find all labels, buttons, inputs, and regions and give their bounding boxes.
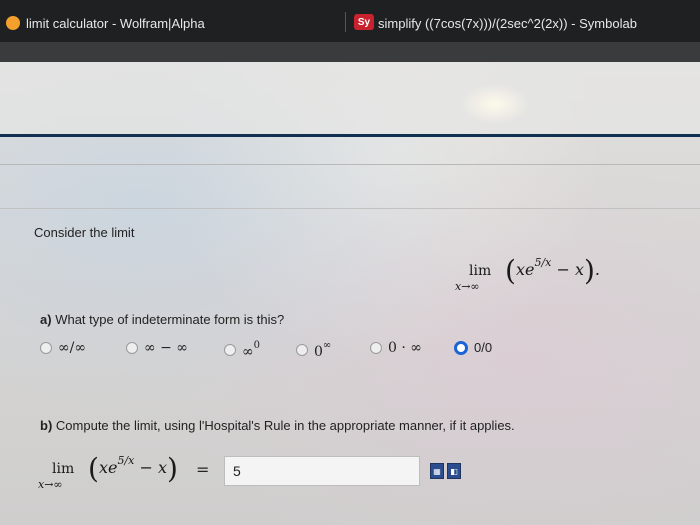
equals-sign: = <box>196 460 210 479</box>
radio-button[interactable] <box>126 342 138 354</box>
option-label: 0/0 <box>474 340 493 355</box>
lim-operator: lim <box>469 263 492 279</box>
option-zero-times-inf[interactable]: 0 · ∞ <box>370 340 422 356</box>
expr-tail: − x <box>556 260 584 279</box>
option-label: 0∞ <box>314 340 332 360</box>
tab-divider <box>345 12 346 32</box>
option-zero-pow-inf[interactable]: 0∞ <box>296 340 331 360</box>
divider <box>0 208 700 209</box>
answer-limit-expression: lim x→∞ (xe5/x − x) <box>38 452 218 496</box>
option-label: ∞0 <box>242 340 261 360</box>
address-bar-strip <box>0 42 700 62</box>
option-label: ∞/∞ <box>58 340 87 356</box>
tab-wolfram[interactable]: limit calculator - Wolfram|Alpha <box>0 8 340 38</box>
limit-body: (xe5/x − x) <box>88 452 178 485</box>
page-header-band <box>0 62 700 134</box>
preview-icon[interactable]: ◧ <box>447 463 461 479</box>
option-label: 0 · ∞ <box>388 340 422 356</box>
radio-button[interactable] <box>40 342 52 354</box>
option-inf-pow-zero[interactable]: ∞0 <box>224 340 260 360</box>
browser-tab-bar: limit calculator - Wolfram|Alpha Sy simp… <box>0 0 700 42</box>
limit-expression: lim x→∞ (xe5/x − x). <box>455 254 645 298</box>
radio-button[interactable] <box>370 342 382 354</box>
question-b-text: Compute the limit, using l'Hospital's Ru… <box>55 418 515 433</box>
tab-symbolab[interactable]: Sy simplify ((7cos(7x)))/(2sec^2(2x)) - … <box>350 8 700 38</box>
question-a-text: What type of indeterminate form is this? <box>55 312 285 327</box>
option-inf-minus-inf[interactable]: ∞ − ∞ <box>126 340 188 356</box>
question-a-label: a) <box>40 312 52 327</box>
expr-period: . <box>594 260 600 279</box>
expr-exponent: 5/x <box>534 256 552 269</box>
lim-subscript: x→∞ <box>38 478 63 491</box>
lim-subscript: x→∞ <box>455 280 480 293</box>
tab-title: limit calculator - Wolfram|Alpha <box>26 15 205 31</box>
question-a: a) What type of indeterminate form is th… <box>40 312 284 327</box>
page-content: Consider the limit lim x→∞ (xe5/x − x). … <box>0 62 700 525</box>
question-b: b) Compute the limit, using l'Hospital's… <box>40 418 515 433</box>
symbolab-icon: Sy <box>354 14 374 30</box>
lim-operator: lim <box>52 461 75 477</box>
option-zero-over-zero[interactable]: 0/0 <box>454 340 492 355</box>
header-rule <box>0 134 700 137</box>
wolfram-icon <box>6 16 20 30</box>
problem-intro: Consider the limit <box>34 225 135 240</box>
tab-title: simplify ((7cos(7x)))/(2sec^2(2x)) - Sym… <box>378 15 637 31</box>
math-palette-icon[interactable]: ▦ <box>430 463 444 479</box>
radio-button-selected[interactable] <box>454 340 468 355</box>
expr-base: xe <box>515 260 535 279</box>
option-inf-over-inf[interactable]: ∞/∞ <box>40 340 86 356</box>
answer-input[interactable]: 5 <box>224 456 420 486</box>
question-b-label: b) <box>40 418 53 433</box>
radio-button[interactable] <box>296 344 308 356</box>
divider <box>0 164 700 165</box>
limit-body: (xe5/x − x). <box>505 254 600 287</box>
indeterminate-options: ∞/∞ ∞ − ∞ ∞0 0∞ 0 · ∞ 0/0 <box>40 340 680 364</box>
option-label: ∞ − ∞ <box>144 340 188 356</box>
radio-button[interactable] <box>224 344 236 356</box>
answer-value: 5 <box>233 463 241 479</box>
screen-glare <box>460 84 530 124</box>
